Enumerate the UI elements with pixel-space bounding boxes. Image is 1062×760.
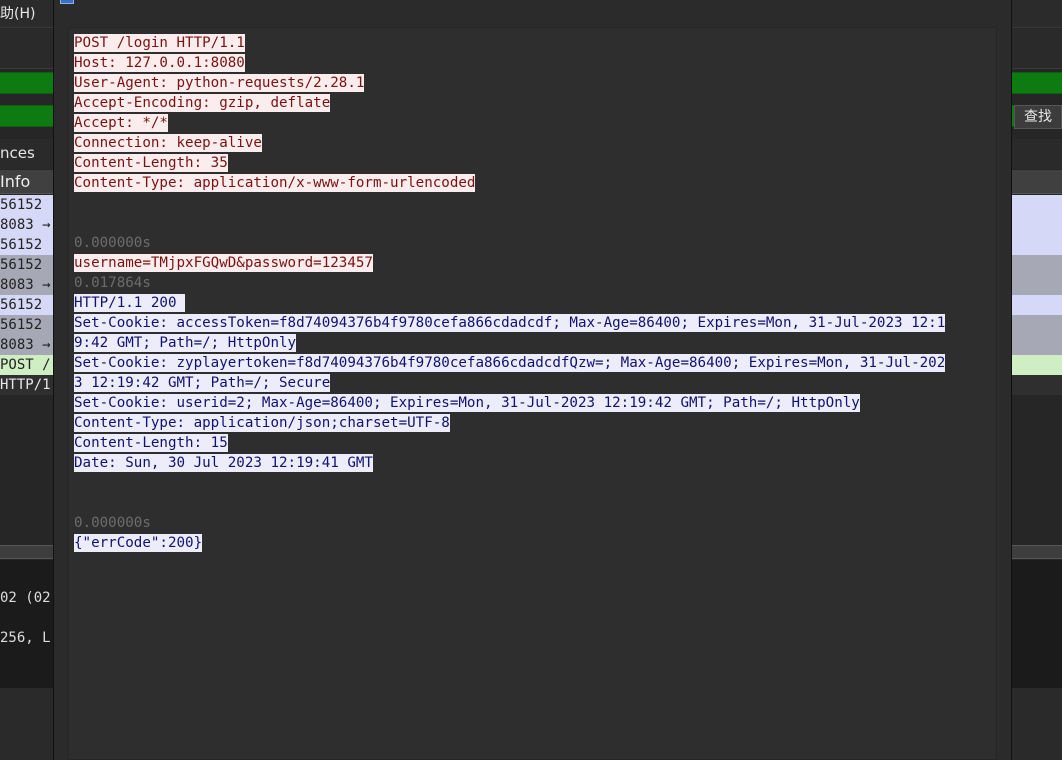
details-line[interactable]: 256, L xyxy=(0,630,51,646)
response-line: Set-Cookie: zyplayertoken=f8d74094376b4f… xyxy=(74,354,946,372)
response-line: Set-Cookie: userid=2; Max-Age=86400; Exp… xyxy=(74,394,860,412)
timestamp: 0.017864s xyxy=(74,275,151,291)
row-info-text: 8083 → xyxy=(0,337,51,353)
column-info[interactable]: Info xyxy=(0,172,30,191)
row-info-text: 56152 - xyxy=(0,317,60,333)
menu-help[interactable]: 助(H) xyxy=(0,6,35,22)
request-line: Content-Length: 35 xyxy=(74,154,228,172)
response-line: Date: Sun, 30 Jul 2023 12:19:41 GMT xyxy=(74,454,373,472)
request-line: POST /login HTTP/1.1 xyxy=(74,34,245,52)
row-info-text: HTTP/1 xyxy=(0,377,51,393)
row-info-text: 8083 → xyxy=(0,277,51,293)
app-icon xyxy=(60,0,74,4)
row-info-text: 8083 → xyxy=(0,217,51,233)
row-info-text: 56152 - xyxy=(0,297,60,313)
row-info-text: 56152 - xyxy=(0,257,60,273)
request-line: Content-Type: application/x-www-form-url… xyxy=(74,174,476,192)
request-line: Connection: keep-alive xyxy=(74,134,262,152)
request-line: Accept: */* xyxy=(74,114,168,132)
row-info-text: 56152 - xyxy=(0,237,60,253)
response-line: 9:42 GMT; Path=/; HttpOnly xyxy=(74,334,297,352)
response-line: Content-Type: application/json;charset=U… xyxy=(74,414,450,432)
row-info-text: POST / xyxy=(0,357,51,373)
timestamp: 0.000000s xyxy=(74,235,151,251)
preferences-label[interactable]: nces xyxy=(0,144,35,162)
request-body: username=TMjpxFGQwD&password=123457 xyxy=(74,254,373,272)
response-line: Set-Cookie: accessToken=f8d74094376b4f97… xyxy=(74,314,946,332)
request-line: User-Agent: python-requests/2.28.1 xyxy=(74,74,365,92)
response-body: {"errCode":200} xyxy=(74,534,203,552)
request-headers: POST /login HTTP/1.1 Host: 127.0.0.1:8080… xyxy=(74,33,996,193)
follow-stream-dialog: POST /login HTTP/1.1 Host: 127.0.0.1:8080… xyxy=(53,0,1012,760)
response-line: HTTP/1.1 200 xyxy=(74,294,186,312)
response-line: Content-Length: 15 xyxy=(74,434,228,452)
request-line: Accept-Encoding: gzip, deflate xyxy=(74,94,331,112)
stream-content[interactable]: POST /login HTTP/1.1 Host: 127.0.0.1:8080… xyxy=(68,27,997,760)
row-info-text: 56152 - xyxy=(0,197,60,213)
response-headers: HTTP/1.1 200 Set-Cookie: accessToken=f8d… xyxy=(74,293,996,473)
details-line[interactable]: 02 (02 xyxy=(0,590,51,606)
request-line: Host: 127.0.0.1:8080 xyxy=(74,54,245,72)
timestamp: 0.000000s xyxy=(74,515,151,531)
dialog-titlebar[interactable] xyxy=(54,0,1011,8)
find-button[interactable]: 查找 xyxy=(1014,105,1062,129)
response-line: 3 12:19:42 GMT; Path=/; Secure xyxy=(74,374,331,392)
